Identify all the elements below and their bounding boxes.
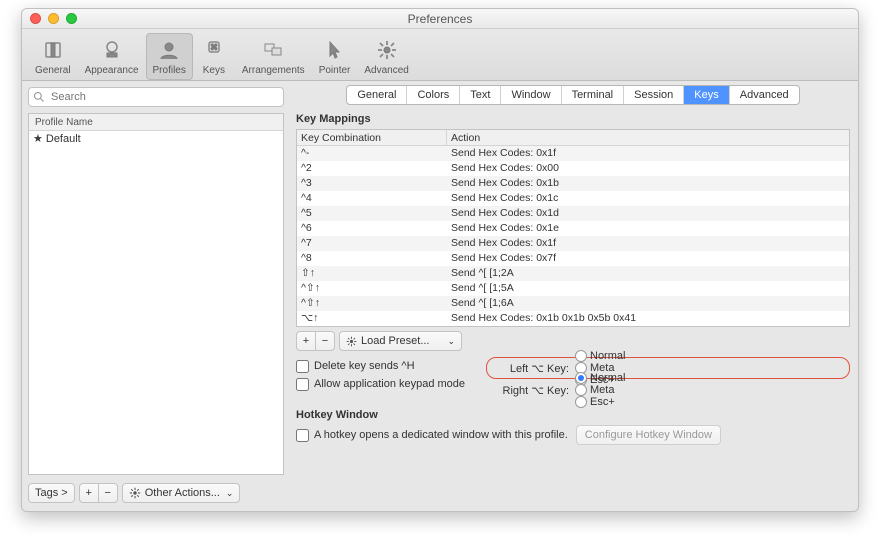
col-key-combination[interactable]: Key Combination	[297, 130, 447, 145]
toolbar-item-pointer[interactable]: Pointer	[312, 33, 358, 80]
profiles-icon	[155, 36, 183, 64]
main-toolbar: GeneralAppearanceProfiles⌘KeysArrangemen…	[22, 29, 858, 81]
search-icon	[33, 91, 45, 103]
radio-icon	[575, 396, 587, 408]
right-option-escplus[interactable]: Esc+	[575, 396, 625, 408]
right-option-normal[interactable]: Normal	[575, 372, 625, 384]
remove-profile-button[interactable]: −	[98, 483, 118, 503]
load-preset-dropdown[interactable]: Load Preset... ⌄	[339, 331, 462, 351]
table-row[interactable]: ^4Send Hex Codes: 0x1c	[297, 191, 849, 206]
toolbar-item-appearance[interactable]: Appearance	[78, 33, 146, 80]
table-row[interactable]: ^7Send Hex Codes: 0x1f	[297, 236, 849, 251]
tab-window[interactable]: Window	[501, 86, 561, 104]
table-row[interactable]: ^⇧↑Send ^[ [1;5A	[297, 281, 849, 296]
radio-icon	[575, 350, 587, 362]
delete-key-checkbox[interactable]: Delete key sends ^H	[296, 357, 486, 375]
table-row[interactable]: ^5Send Hex Codes: 0x1d	[297, 206, 849, 221]
table-row[interactable]: ^⇧↑Send ^[ [1;6A	[297, 296, 849, 311]
table-row[interactable]: ^6Send Hex Codes: 0x1e	[297, 221, 849, 236]
key-mappings-table[interactable]: Key Combination Action ^-Send Hex Codes:…	[296, 129, 850, 327]
left-option-normal[interactable]: Normal	[575, 350, 625, 362]
profile-list[interactable]: Profile Name ★Default	[28, 113, 284, 475]
tab-text[interactable]: Text	[460, 86, 501, 104]
key-mappings-heading: Key Mappings	[296, 113, 850, 125]
radio-icon	[575, 384, 587, 396]
close-window-button[interactable]	[30, 13, 41, 24]
tags-dropdown[interactable]: Tags >	[28, 483, 75, 503]
left-option-key-label: Left ⌥ Key:	[491, 362, 569, 375]
profile-search[interactable]	[28, 87, 284, 107]
remove-mapping-button[interactable]: −	[315, 331, 335, 351]
tab-session[interactable]: Session	[624, 86, 684, 104]
gear-icon	[129, 487, 141, 499]
profile-tabbar: GeneralColorsTextWindowTerminalSessionKe…	[346, 85, 799, 105]
toolbar-item-profiles[interactable]: Profiles	[146, 33, 193, 80]
keys-icon: ⌘	[200, 36, 228, 64]
add-mapping-button[interactable]: +	[296, 331, 316, 351]
svg-text:⌘: ⌘	[210, 43, 218, 52]
table-row[interactable]: ⌥↑Send Hex Codes: 0x1b 0x1b 0x5b 0x41	[297, 311, 849, 326]
table-row[interactable]: ^3Send Hex Codes: 0x1b	[297, 176, 849, 191]
advanced-icon	[373, 36, 401, 64]
allow-keypad-checkbox[interactable]: Allow application keypad mode	[296, 375, 486, 393]
titlebar: Preferences	[22, 9, 858, 29]
tab-advanced[interactable]: Advanced	[730, 86, 799, 104]
hotkey-window-heading: Hotkey Window	[296, 409, 850, 421]
table-row[interactable]: ⇧↑Send ^[ [1;2A	[297, 266, 849, 281]
table-row[interactable]: ^8Send Hex Codes: 0x7f	[297, 251, 849, 266]
toolbar-item-advanced[interactable]: Advanced	[357, 33, 415, 80]
gear-icon	[346, 336, 357, 347]
arrangements-icon	[259, 36, 287, 64]
toolbar-item-keys[interactable]: ⌘Keys	[193, 33, 235, 80]
right-option-key-label: Right ⌥ Key:	[491, 384, 569, 397]
tab-keys[interactable]: Keys	[684, 86, 729, 104]
table-row[interactable]: ^-Send Hex Codes: 0x1f	[297, 146, 849, 161]
table-row[interactable]: ^2Send Hex Codes: 0x00	[297, 161, 849, 176]
minimize-window-button[interactable]	[48, 13, 59, 24]
star-icon: ★	[33, 131, 43, 148]
pointer-icon	[321, 36, 349, 64]
profile-list-item[interactable]: ★Default	[29, 131, 283, 148]
col-action[interactable]: Action	[447, 130, 849, 145]
window-title: Preferences	[408, 12, 473, 26]
add-profile-button[interactable]: +	[79, 483, 99, 503]
tab-colors[interactable]: Colors	[407, 86, 460, 104]
chevron-down-icon: ⌄	[226, 488, 234, 499]
configure-hotkey-button[interactable]: Configure Hotkey Window	[576, 425, 721, 445]
chevron-down-icon: ⌄	[448, 336, 456, 347]
radio-icon	[575, 372, 587, 384]
toolbar-item-arrangements[interactable]: Arrangements	[235, 33, 312, 80]
profile-list-header: Profile Name	[29, 114, 283, 131]
tab-general[interactable]: General	[347, 86, 407, 104]
zoom-window-button[interactable]	[66, 13, 77, 24]
appearance-icon	[98, 36, 126, 64]
toolbar-item-general[interactable]: General	[28, 33, 78, 80]
hotkey-window-checkbox[interactable]: A hotkey opens a dedicated window with t…	[296, 426, 568, 444]
right-option-meta[interactable]: Meta	[575, 384, 625, 396]
other-actions-dropdown[interactable]: Other Actions... ⌄	[122, 483, 241, 503]
general-icon	[39, 36, 67, 64]
profile-search-input[interactable]	[49, 90, 279, 104]
tab-terminal[interactable]: Terminal	[562, 86, 625, 104]
